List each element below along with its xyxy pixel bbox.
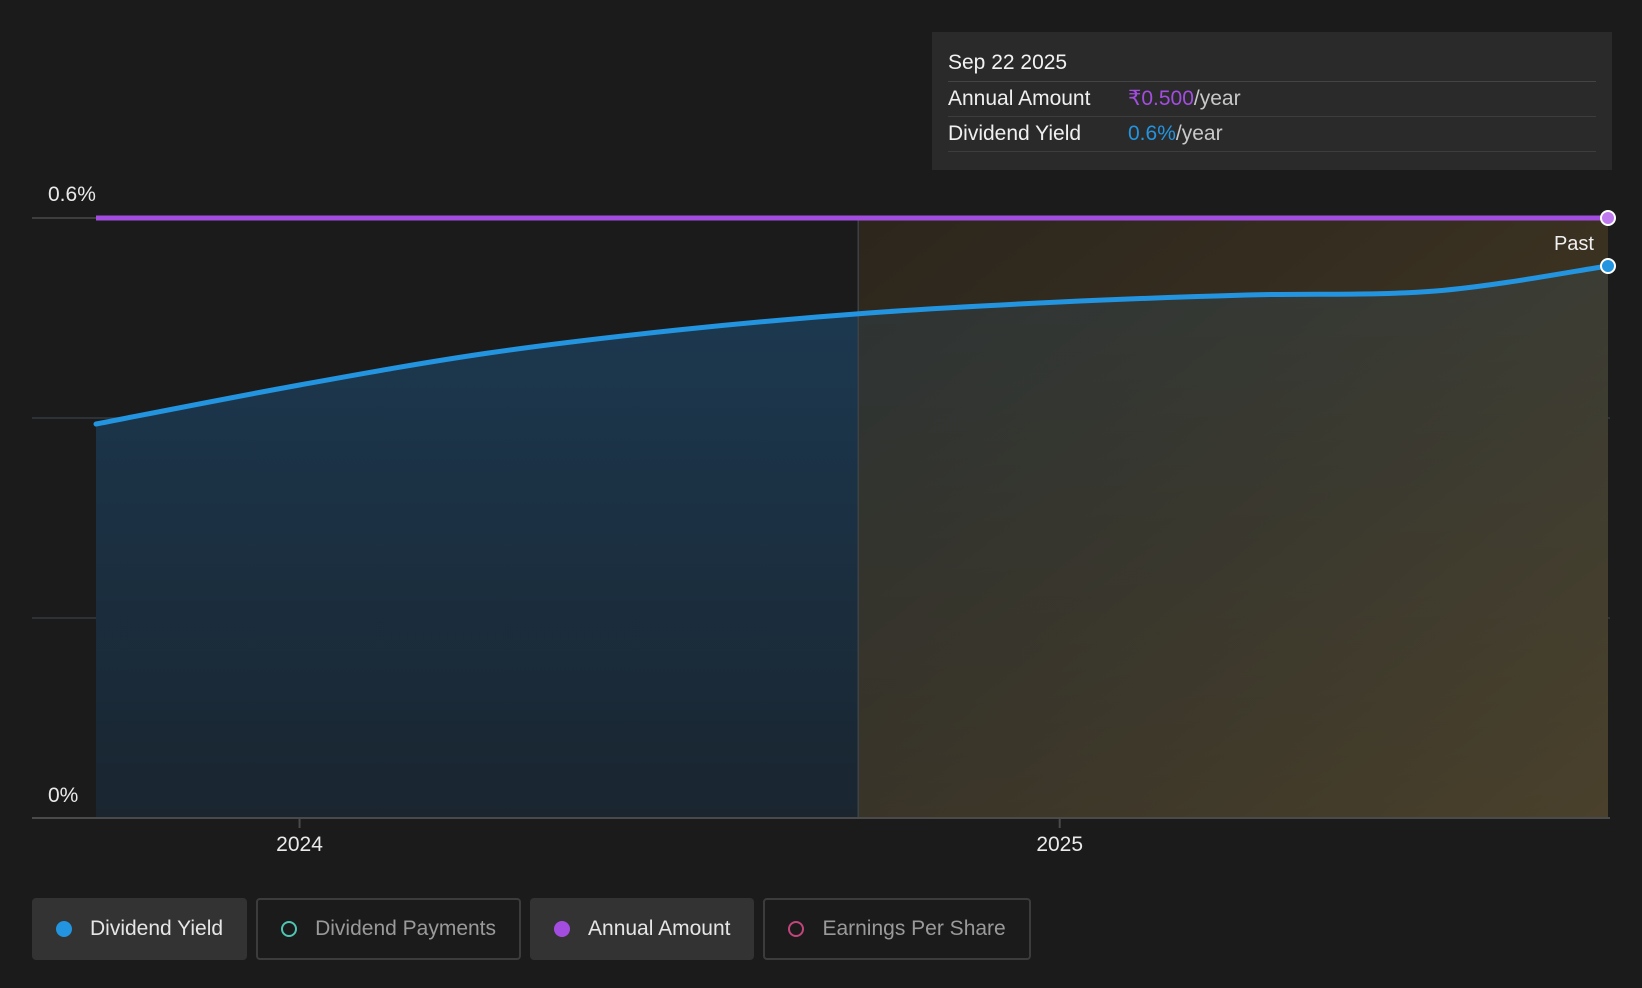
area-layer [96, 218, 1608, 818]
legend: Dividend Yield Dividend Payments Annual … [32, 898, 1031, 960]
dividend-yield-dot-icon [56, 921, 72, 937]
tooltip-value: 0.6% [1128, 122, 1176, 145]
tooltip-date: Sep 22 2025 [948, 32, 1596, 82]
x-tick-label: 2025 [1036, 833, 1083, 856]
legend-toggle-earnings-per-share[interactable]: Earnings Per Share [763, 898, 1031, 960]
earnings-per-share-ring-icon [788, 921, 805, 937]
legend-toggle-dividend-yield[interactable]: Dividend Yield [32, 898, 248, 960]
legend-label: Dividend Payments [315, 917, 497, 940]
hover-tooltip: Sep 22 2025 Annual Amount ₹0.500 /year D… [932, 32, 1612, 170]
annual-amount-dot-icon [554, 921, 571, 937]
tooltip-value: ₹0.500 [1128, 87, 1194, 110]
tooltip-unit: /year [1193, 87, 1241, 110]
past-label: Past [1554, 233, 1594, 255]
annual-amount-end-point [1600, 210, 1616, 226]
dividend-yield-end-point [1600, 258, 1616, 274]
tooltip-unit: /year [1175, 122, 1223, 145]
x-tick-label: 2024 [276, 833, 323, 856]
tooltip-row-dividend-yield: Dividend Yield 0.6% /year [948, 117, 1596, 152]
tooltip-label: Annual Amount [948, 87, 1091, 110]
legend-label: Dividend Yield [90, 917, 224, 940]
dividend-chart: 0.6% 0% 2024 2025 Past Sep 22 2025 Annual Am… [0, 0, 1642, 988]
tooltip-label: Dividend Yield [948, 122, 1082, 145]
legend-toggle-annual-amount[interactable]: Annual Amount [530, 898, 755, 960]
legend-toggle-dividend-payments[interactable]: Dividend Payments [256, 898, 522, 960]
y-tick-label: 0% [48, 784, 78, 807]
tooltip-row-annual-amount: Annual Amount ₹0.500 /year [948, 82, 1596, 117]
legend-label: Earnings Per Share [822, 917, 1006, 940]
dividend-payments-ring-icon [281, 921, 298, 937]
y-tick-label: 0.6% [48, 183, 96, 206]
legend-label: Annual Amount [588, 917, 731, 940]
